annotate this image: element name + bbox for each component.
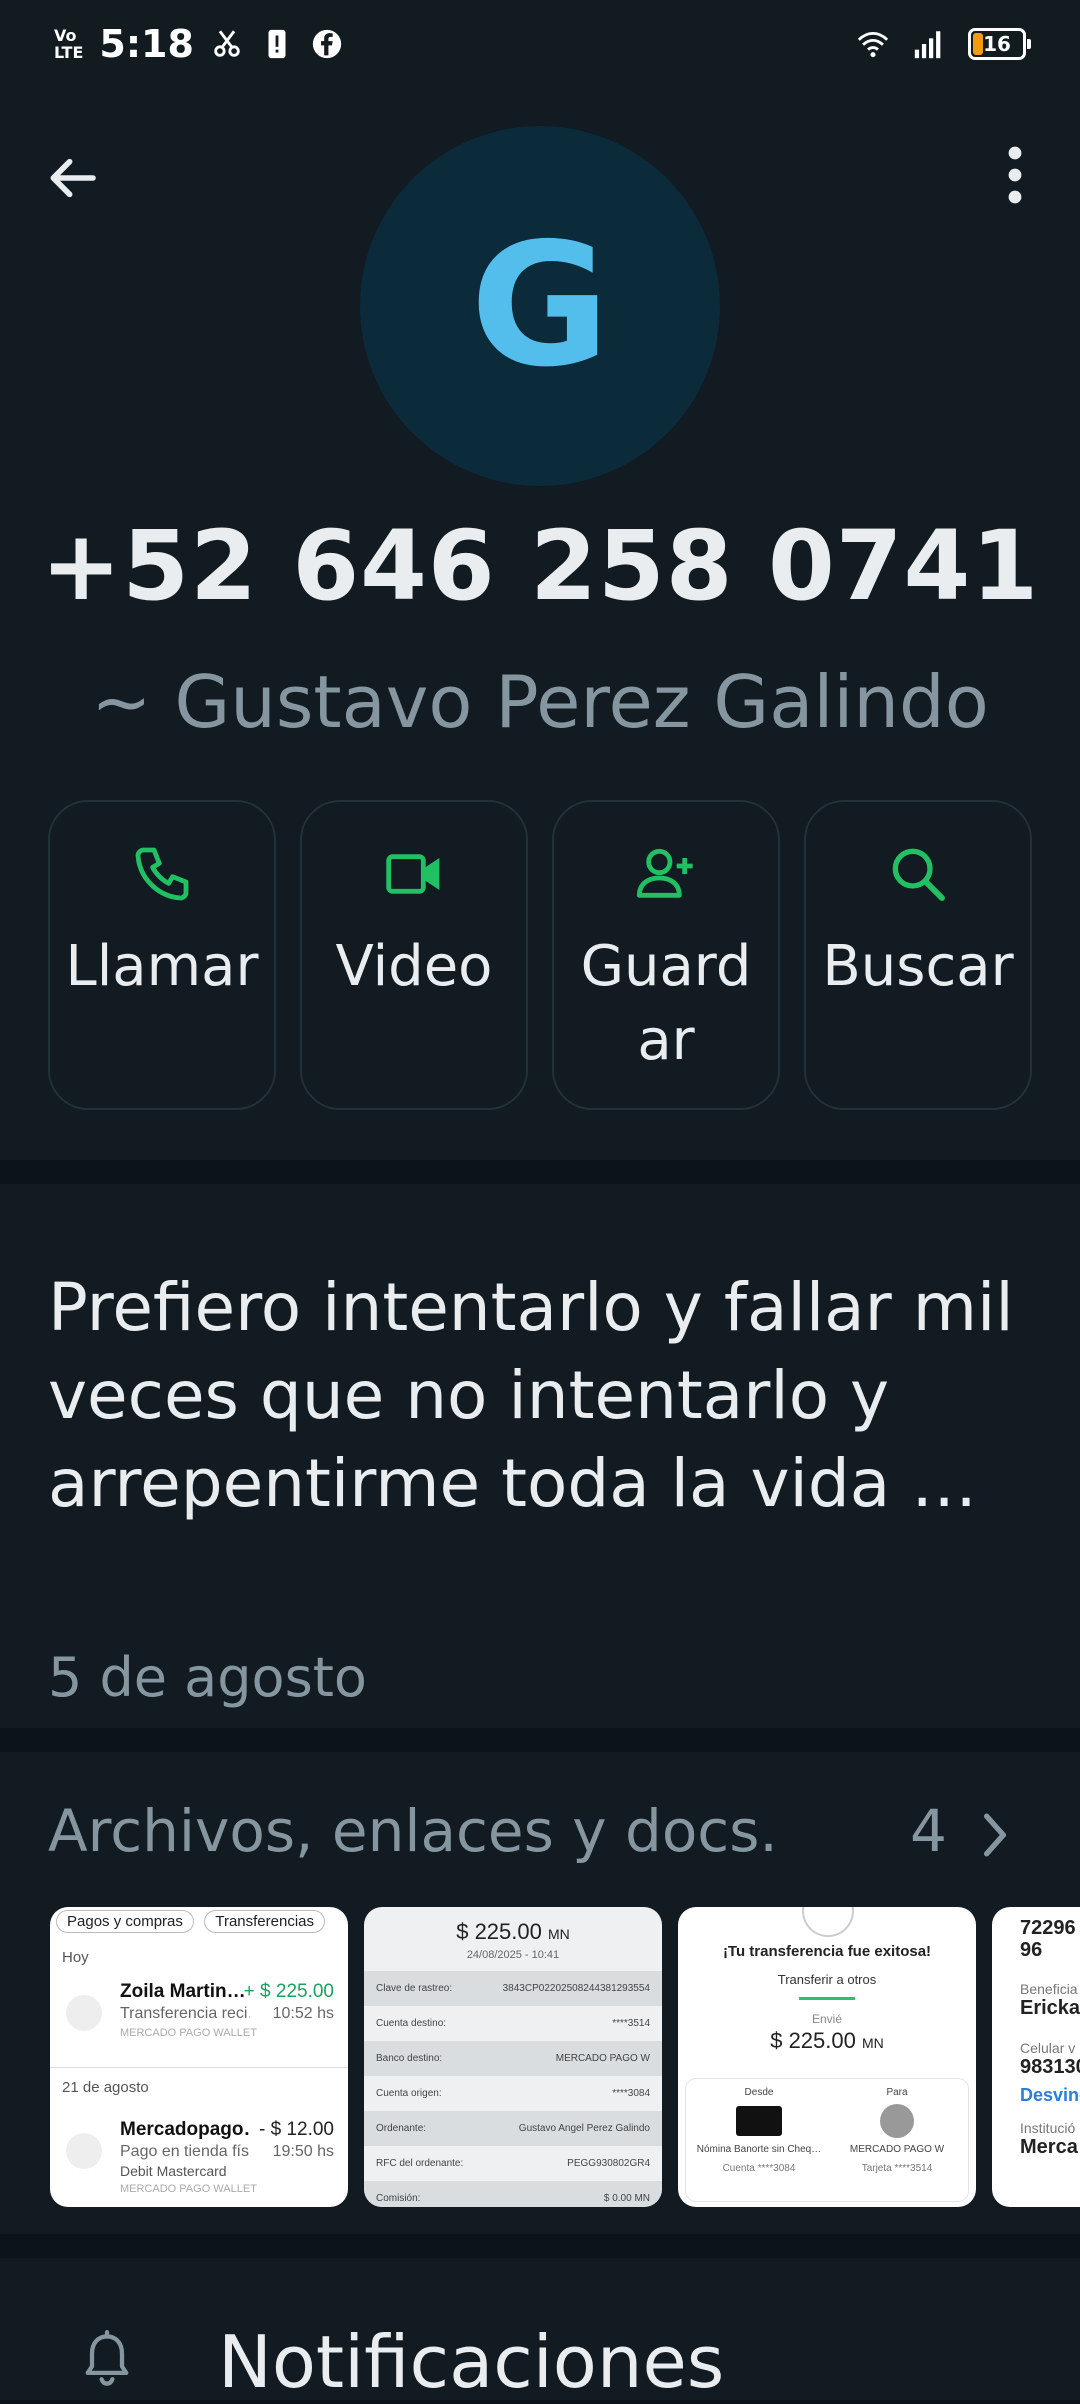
contact-phone-number: +52 646 258 0741: [40, 510, 1040, 622]
phone-icon: [135, 847, 189, 901]
thumb-label: Institució: [1020, 2120, 1076, 2136]
scissors-icon: [214, 30, 240, 57]
receipt-row: RFC del ordenante: PEGG930802GR4: [376, 2158, 650, 2169]
from-account: Cuenta ****3084: [722, 2163, 796, 2174]
list-item: Mercadopago… - $ 12.00 Pago en tienda fí…: [60, 2117, 338, 2195]
thumb-section-label: 21 de agosto: [62, 2079, 149, 2096]
avatar-letter: G: [470, 207, 610, 405]
transfer-icon: [66, 1995, 102, 2031]
shopping-bag-icon: [66, 2133, 102, 2169]
add-contact-icon: [636, 848, 693, 898]
to-account: Tarjeta ****3514: [861, 2163, 933, 2174]
media-thumbnail[interactable]: $ 225.00 MN 24/08/2025 - 10:41 Clave de …: [364, 1907, 662, 2207]
thumb-value: 983130: [1020, 2056, 1080, 2078]
list-item-amount: + $ 225.00: [243, 1981, 334, 2002]
search-button-label: Buscar: [822, 934, 1014, 999]
contact-alias: ~ Gustavo Perez Galindo: [91, 660, 989, 744]
media-thumbnail[interactable]: Pagos y compras Transferencias Hoy Zoila…: [50, 1907, 348, 2207]
receipt-row: Cuenta destino: ****3514: [376, 2018, 650, 2029]
transfer-amount: $ 225.00: [770, 2028, 856, 2053]
to-name: MERCADO PAGO W: [849, 2144, 945, 2155]
receipt-row: Banco destino: MERCADO PAGO W: [364, 2041, 662, 2076]
receipt-currency: MN: [547, 1926, 570, 1942]
avatar[interactable]: G: [360, 126, 720, 486]
receipt-date: 24/08/2025 - 10:41: [466, 1949, 560, 1961]
receipt-row: Ordenante: Gustavo Angel Perez Galindo: [364, 2111, 662, 2146]
notifications-row[interactable]: Notificaciones: [0, 2258, 1080, 2404]
thumb-link: Desvinc: [1020, 2085, 1080, 2105]
receipt-row: Cuenta origen: ****3084: [376, 2088, 650, 2099]
list-item-amount: - $ 12.00: [259, 2119, 334, 2140]
thumb-line: 96: [1020, 1939, 1043, 1961]
save-contact-button-label: Guardar: [580, 934, 752, 1073]
thumb-label: Beneficia: [1020, 1981, 1078, 1997]
receipt-row: Comisión: $ 0.00 MN: [364, 2181, 662, 2207]
list-item-subtitle: Pago en tienda fís…: [120, 2143, 250, 2160]
video-button[interactable]: Video: [300, 800, 528, 1110]
video-icon: [386, 854, 440, 894]
save-contact-button[interactable]: Guardar: [552, 800, 780, 1110]
list-item-subtitle: Transferencia reci…: [120, 2005, 250, 2022]
battery-icon: 16: [968, 28, 1031, 60]
network-indicator: Vo LTE: [54, 26, 84, 62]
list-item-source: MERCADO PAGO WALLET: [120, 2027, 257, 2039]
alert-icon: [268, 29, 286, 59]
about-section[interactable]: Prefiero intentarlo y fallar mil veces q…: [0, 1184, 1080, 1728]
transfer-currency: MN: [861, 2035, 884, 2051]
media-thumbnail[interactable]: 72296 96 Beneficia Ericka Celular v 9831…: [992, 1907, 1080, 2207]
media-thumbnail[interactable]: ¡Tu transferencia fue exitosa! Transferi…: [678, 1907, 976, 2207]
about-text: Prefiero intentarlo y fallar mil veces q…: [48, 1269, 1014, 1522]
transfer-success-title: ¡Tu transferencia fue exitosa!: [722, 1943, 932, 1960]
video-button-label: Video: [335, 934, 493, 999]
thumb-tab: Pagos y compras: [56, 1910, 194, 1933]
thumb-value: Ericka: [1020, 1997, 1080, 2019]
list-item-name: Mercadopago…: [120, 2119, 250, 2140]
back-arrow-icon[interactable]: [44, 150, 100, 206]
from-label: Desde: [744, 2087, 774, 2098]
about-date: 5 de agosto: [48, 1646, 367, 1709]
list-item: Zoila Martin… + $ 225.00 Transferencia r…: [60, 1979, 338, 2049]
action-buttons: Llamar Video Guardar Buscar: [48, 800, 1032, 1110]
receipt-amount: $ 225.00: [456, 1919, 542, 1944]
transfer-subtitle: Transferir a otros: [777, 1972, 877, 1987]
list-item-card: Debit Mastercard: [120, 2163, 227, 2179]
facebook-icon: [312, 29, 342, 59]
call-button-label: Llamar: [65, 934, 259, 999]
search-button[interactable]: Buscar: [804, 800, 1032, 1110]
status-bar: Vo LTE 5:18 16: [0, 0, 1080, 88]
receipt-row: Clave de rastreo: 3843CP02202508244381293…: [364, 1971, 662, 2006]
signal-icon: [914, 31, 941, 59]
media-thumbnails: Pagos y compras Transferencias Hoy Zoila…: [50, 1907, 1080, 2207]
thumb-label: Celular v: [1020, 2040, 1076, 2056]
media-count[interactable]: 4: [910, 1797, 947, 1865]
search-icon: [892, 848, 945, 901]
more-options-icon[interactable]: [995, 145, 1035, 205]
avatar: [880, 2104, 914, 2138]
status-time: 5:18: [99, 22, 194, 66]
list-item-source: MERCADO PAGO WALLET: [120, 2183, 257, 2195]
sent-label: Envié: [811, 2012, 843, 2026]
thumb-tab: Transferencias: [204, 1910, 325, 1933]
thumb-value: Merca: [1020, 2136, 1078, 2158]
to-label: Para: [886, 2087, 908, 2098]
receipt-rows: Clave de rastreo: 3843CP02202508244381293…: [364, 1971, 662, 2207]
thumb-line: 72296: [1020, 1917, 1076, 1939]
list-item-time: 10:52 hs: [272, 2005, 334, 2022]
media-links-docs-section: Archivos, enlaces y docs. 4 Pagos y comp…: [0, 1752, 1080, 2234]
list-item-time: 19:50 hs: [272, 2143, 334, 2160]
transfer-detail-card: Desde Nómina Banorte sin Cheq… Cuenta **…: [686, 2079, 968, 2201]
battery-level: 16: [983, 32, 1011, 56]
notifications-label: Notificaciones: [218, 2320, 725, 2404]
call-button[interactable]: Llamar: [48, 800, 276, 1110]
media-section-title[interactable]: Archivos, enlaces y docs.: [48, 1797, 778, 1865]
thumb-section-label: Hoy: [62, 1949, 89, 1966]
bell-icon: [85, 2330, 129, 2386]
from-name: Nómina Banorte sin Cheq…: [696, 2144, 822, 2155]
card-image: [736, 2106, 782, 2136]
wifi-icon: [857, 31, 889, 58]
list-item-name: Zoila Martin…: [120, 1981, 246, 2002]
chevron-right-icon[interactable]: [975, 1810, 1015, 1860]
